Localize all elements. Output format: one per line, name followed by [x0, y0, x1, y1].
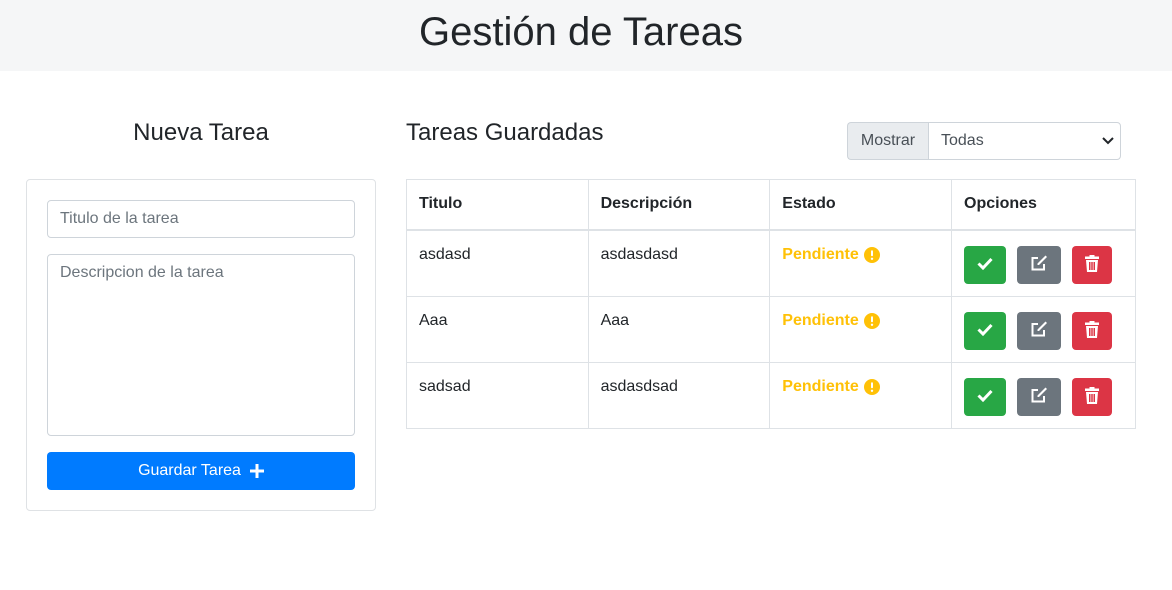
filter-selected-value: Todas: [941, 132, 984, 149]
check-icon: [977, 388, 993, 405]
page-title: Gestión de Tareas: [419, 10, 743, 54]
column-header-options: Opciones: [951, 179, 1136, 231]
new-task-card: Guardar Tarea: [26, 179, 376, 511]
edit-icon: [1030, 320, 1048, 341]
delete-task-button[interactable]: [1072, 245, 1113, 284]
task-description-cell: Aaa: [587, 295, 771, 363]
edit-icon: [1030, 386, 1048, 407]
task-description-cell: asdasdsad: [587, 361, 771, 429]
task-options-cell: [951, 361, 1136, 429]
edit-task-button[interactable]: [1017, 311, 1062, 350]
chevron-down-icon: [1102, 137, 1114, 145]
edit-task-button[interactable]: [1017, 377, 1062, 416]
exclamation-circle-icon: [863, 378, 880, 395]
table-row: Aaa Aaa Pendiente: [406, 295, 1136, 363]
status-badge: Pendiente: [782, 245, 880, 264]
trash-icon: [1085, 386, 1100, 407]
table-row: asdasd asdasdasd Pendiente: [406, 229, 1136, 297]
plus-icon: [249, 464, 264, 478]
trash-icon: [1085, 320, 1100, 341]
task-title-input[interactable]: [47, 200, 355, 238]
task-title-cell: asdasd: [406, 229, 589, 297]
task-title-cell: sadsad: [406, 361, 589, 429]
task-status-cell: Pendiente: [769, 295, 953, 363]
table-header-row: Titulo Descripción Estado Opciones: [406, 179, 1136, 231]
edit-icon: [1030, 254, 1048, 275]
task-status-cell: Pendiente: [769, 229, 953, 297]
status-filter: Mostrar Todas: [847, 122, 1121, 160]
saved-tasks-heading: Tareas Guardadas: [406, 119, 604, 146]
table-row: sadsad asdasdsad Pendiente: [406, 361, 1136, 429]
exclamation-circle-icon: [863, 312, 880, 329]
task-status-cell: Pendiente: [769, 361, 953, 429]
task-description-cell: asdasdasd: [587, 229, 771, 297]
save-task-button[interactable]: Guardar Tarea: [47, 452, 355, 490]
status-text: Pendiente: [782, 245, 859, 263]
delete-task-button[interactable]: [1072, 377, 1113, 416]
task-title-cell: Aaa: [406, 295, 589, 363]
delete-task-button[interactable]: [1072, 311, 1113, 350]
column-header-status: Estado: [769, 179, 953, 231]
status-badge: Pendiente: [782, 377, 880, 396]
column-header-title: Titulo: [406, 179, 589, 231]
complete-task-button[interactable]: [964, 245, 1007, 284]
task-options-cell: [951, 295, 1136, 363]
page-header: Gestión de Tareas: [0, 0, 1172, 71]
status-text: Pendiente: [782, 377, 859, 395]
task-options-cell: [951, 229, 1136, 297]
filter-label: Mostrar: [847, 122, 928, 160]
status-badge: Pendiente: [782, 311, 880, 330]
new-task-heading: Nueva Tarea: [133, 119, 269, 146]
column-header-description: Descripción: [587, 179, 771, 231]
save-task-label: Guardar Tarea: [138, 462, 241, 479]
complete-task-button[interactable]: [964, 377, 1007, 416]
edit-task-button[interactable]: [1017, 245, 1062, 284]
filter-select[interactable]: Todas: [928, 122, 1121, 160]
tasks-table: Titulo Descripción Estado Opciones asdas…: [406, 179, 1136, 429]
check-icon: [977, 256, 993, 273]
exclamation-circle-icon: [863, 246, 880, 263]
trash-icon: [1085, 254, 1100, 275]
check-icon: [977, 322, 993, 339]
task-description-input[interactable]: [47, 254, 355, 436]
status-text: Pendiente: [782, 311, 859, 329]
complete-task-button[interactable]: [964, 311, 1007, 350]
